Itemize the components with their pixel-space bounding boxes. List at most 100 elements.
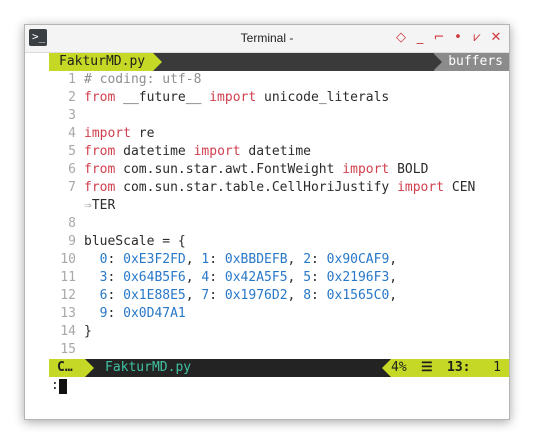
code-line[interactable]: 7 from com.sun.star.table.CellHoriJustify… (49, 179, 509, 197)
code-line[interactable]: 9 blueScale = { (49, 233, 509, 251)
code-token: , (389, 252, 398, 267)
status-line: C… FakturMD.py 4% ☰ 13: 1 (49, 359, 509, 377)
mode-separator (85, 359, 94, 377)
dot-menu-icon[interactable]: • (451, 30, 465, 46)
code-token: 0x2196F3 (326, 270, 390, 285)
code-token: : (209, 252, 225, 267)
code-line[interactable]: 4 import re (49, 125, 509, 143)
title-bar[interactable]: >_ Terminal - ◇ _ ⌐ • ⩗ ✕ (25, 25, 509, 53)
line-number: 11 (60, 270, 76, 285)
status-line-number: 13: (447, 360, 471, 375)
code-token: 0x1E88E5 (123, 288, 186, 303)
code-token: from (84, 180, 116, 195)
code-line[interactable]: 3 (49, 107, 509, 125)
code-line[interactable]: 13 9: 0x0D47A1 (49, 305, 509, 323)
command-line[interactable]: : (49, 377, 509, 395)
code-token: 0x42A5F5 (224, 270, 288, 285)
code-token: import (209, 90, 257, 105)
code-token: ⇒ (84, 198, 92, 213)
tab-active-buffer[interactable]: FakturMD.py (49, 53, 154, 71)
code-token: 5 (303, 270, 312, 285)
code-token: import (342, 162, 390, 177)
code-token: import (84, 126, 131, 141)
code-line[interactable]: 1 # coding: utf-8 (49, 71, 509, 89)
position-separator (382, 359, 391, 377)
code-line[interactable]: 15 (49, 341, 509, 359)
code-token: datetime (240, 144, 312, 159)
buffers-text: buffers (448, 54, 503, 69)
line-code: # coding: utf-8 (84, 71, 201, 89)
line-code: from com.sun.star.awt.FontWeight import … (84, 161, 428, 179)
code-token: : (311, 252, 327, 267)
code-token: 0xBBDEFB (224, 252, 288, 267)
code-token: __future__ (115, 90, 210, 105)
code-line[interactable]: 14} (49, 323, 509, 341)
minimize-icon[interactable]: _ (413, 30, 427, 46)
status-filename: FakturMD.py (105, 360, 192, 375)
code-token: from (84, 90, 116, 105)
code-token: com.sun.star.table.CellHoriJustify (115, 180, 398, 195)
code-token: TER (91, 198, 116, 213)
code-line[interactable]: 8 (49, 215, 509, 233)
code-token: 0x64B5F6 (123, 270, 186, 285)
tab-separator (153, 53, 162, 71)
code-line[interactable]: 5 from datetime import datetime (49, 143, 509, 161)
line-code: import re (84, 125, 154, 143)
code-line[interactable]: 2 from __future__ import unicode_literals (49, 89, 509, 107)
close-icon[interactable]: ✕ (489, 30, 503, 46)
line-code: ⇒TER (84, 197, 115, 215)
line-number: 8 (68, 216, 76, 231)
code-token: , (287, 252, 304, 267)
code-line[interactable]: 11 3: 0x64B5F6, 4: 0x42A5F5, 5: 0x2196F3… (49, 269, 509, 287)
line-code: from __future__ import unicode_literals (84, 89, 389, 107)
line-code: from com.sun.star.table.CellHoriJustify … (84, 179, 475, 197)
code-token: , (185, 270, 202, 285)
code-token: : (107, 270, 124, 285)
code-token: : (311, 288, 327, 303)
code-token: blueScale = { (84, 234, 186, 249)
code-token: import (397, 180, 445, 195)
code-token: , (389, 270, 398, 285)
code-line[interactable]: 12 6: 0x1E88E5, 7: 0x1976D2, 8: 0x1565C0… (49, 287, 509, 305)
line-code: } (84, 323, 92, 341)
code-token: : (107, 288, 124, 303)
code-token: : (107, 306, 124, 321)
line-number: 5 (68, 144, 76, 159)
line-number: 12 (60, 288, 76, 303)
code-token: 2 (303, 252, 312, 267)
code-token: datetime (115, 144, 194, 159)
maximize-icon[interactable]: ⌐ (432, 30, 446, 46)
code-token: , (185, 288, 202, 303)
code-token: 0x1976D2 (224, 288, 288, 303)
text-cursor (59, 379, 67, 394)
code-token: re (130, 126, 155, 141)
code-token: 8 (303, 288, 312, 303)
code-token: 0xE3F2FD (123, 252, 186, 267)
line-number: 6 (68, 162, 76, 177)
code-token: com.sun.star.awt.FontWeight (115, 162, 343, 177)
line-code: from datetime import datetime (84, 143, 311, 161)
code-token: } (84, 324, 92, 339)
line-number: 14 (60, 324, 76, 339)
line-code: blueScale = { (84, 233, 186, 251)
code-token: BOLD (389, 162, 429, 177)
code-token: , (287, 288, 304, 303)
code-line[interactable]: ⇒TER (49, 197, 509, 215)
line-number: 2 (68, 90, 76, 105)
line-number: 7 (68, 180, 76, 195)
line-number: 3 (68, 108, 76, 123)
line-number: 15 (60, 342, 76, 357)
code-token: import (193, 144, 241, 159)
line-code: 6: 0x1E88E5, 7: 0x1976D2, 8: 0x1565C0, (84, 287, 397, 305)
code-line[interactable]: 6 from com.sun.star.awt.FontWeight import… (49, 161, 509, 179)
code-editor[interactable]: 1 # coding: utf-8 2 from __future__ import … (49, 71, 509, 359)
code-token: 0x90CAF9 (326, 252, 390, 267)
shade-icon[interactable]: ⩗ (470, 30, 484, 46)
status-percent: 4% (391, 360, 407, 375)
code-line[interactable]: 10 0: 0xE3F2FD, 1: 0xBBDEFB, 2: 0x90CAF9… (49, 251, 509, 269)
pin-icon[interactable]: ◇ (394, 30, 408, 46)
code-token: # coding: utf-8 (84, 72, 202, 87)
